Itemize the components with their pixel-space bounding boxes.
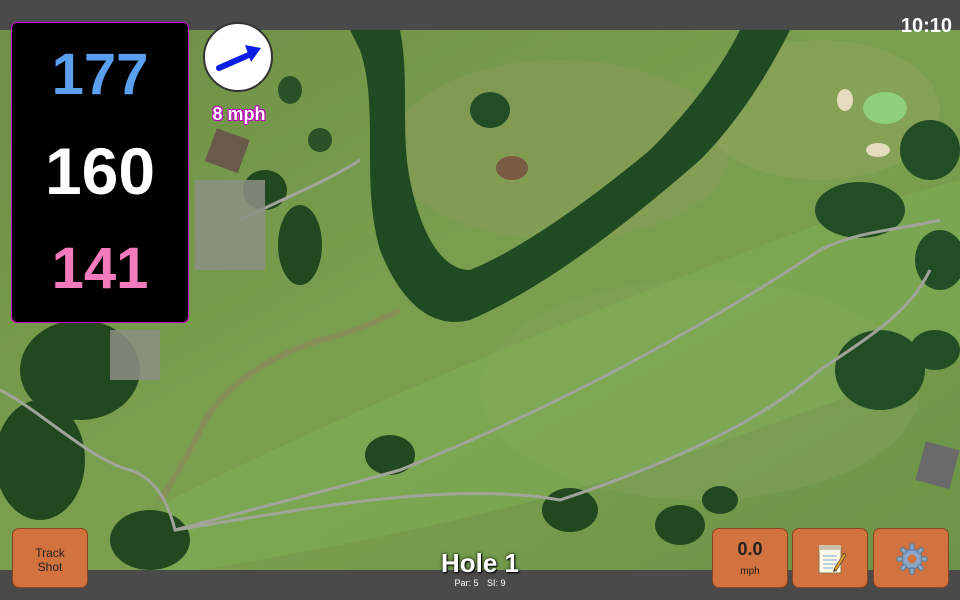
track-shot-button[interactable]: Track Shot [12,528,88,588]
speed-unit: mph [740,566,760,577]
stroke-index-label: SI: 9 [487,578,506,588]
settings-button[interactable] [873,528,949,588]
back-distance: 177 [51,42,149,107]
gear-icon [896,543,928,575]
track-shot-label-line2: Shot [37,560,63,574]
par-label: Par: 5 [454,578,479,588]
notepad-icon [818,545,846,574]
wind-indicator [203,22,273,92]
front-distance: 141 [51,236,149,301]
track-shot-label-line1: Track [35,546,65,560]
distance-panel: 177 160 141 [11,22,189,323]
notes-button[interactable] [792,528,868,588]
middle-distance: 160 [44,134,156,208]
speed-button[interactable]: 0.0 mph [712,528,788,588]
hole-meta: Par: 5 SI: 9 [380,578,580,588]
hole-title: Hole 1 [440,548,520,578]
wind-speed-label: 8 mph [212,104,266,124]
clock: 10:10 [900,15,952,37]
wind-arrow-icon [216,45,261,71]
speed-value: 0.0 [737,539,763,559]
